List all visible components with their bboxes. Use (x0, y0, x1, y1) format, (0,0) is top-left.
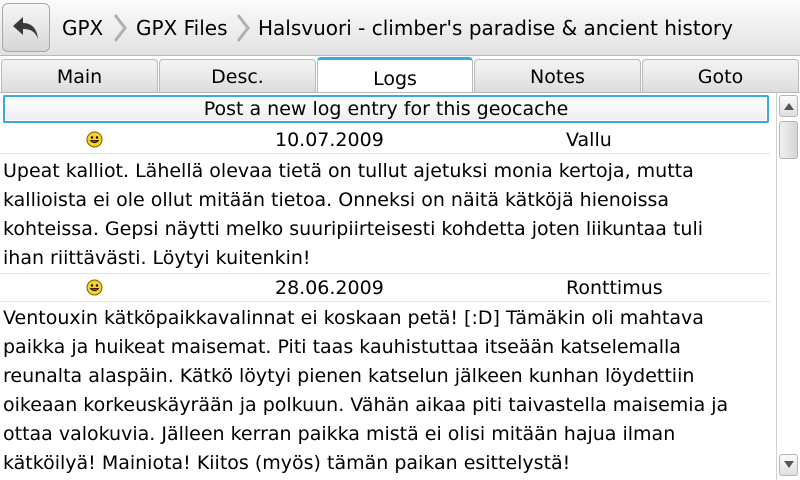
log-text: Ventouxin kätköpaikkavalinnat ei koskaan… (3, 304, 763, 478)
chevron-right-icon (113, 14, 127, 42)
title-bar: GPX GPX Files Halsvuori - climber's para… (0, 0, 800, 56)
tab-bar: Main Desc. Logs Notes Goto (0, 57, 800, 93)
log-text-line: ottaa valokuvia. Jälleen kerran paikka m… (3, 423, 676, 445)
log-text: Upeat kalliot. Lähellä olevaa tietä on t… (3, 157, 763, 273)
tab-desc[interactable]: Desc. (159, 59, 316, 93)
chevron-right-icon (236, 14, 250, 42)
log-text-line: kohteissa. Gepsi näytti melko suuripiirt… (3, 218, 704, 240)
logs-panel: Post a new log entry for this geocache 1… (0, 93, 776, 480)
tab-logs[interactable]: Logs (317, 57, 473, 93)
tab-goto[interactable]: Goto (642, 59, 799, 93)
log-header: 28.06.2009 Ronttimus (0, 275, 770, 302)
log-author: Ronttimus (566, 277, 663, 299)
log-text-line: kallioista ei ole ollut mitään tietoa. O… (3, 189, 670, 211)
breadcrumb-gpx[interactable]: GPX (62, 0, 103, 56)
log-text-line: oikeaan korkeuskäyrään ja polkuun. Vähän… (3, 394, 729, 416)
smiley-icon (86, 131, 103, 148)
breadcrumb-gpx-files[interactable]: GPX Files (136, 0, 228, 56)
tab-notes[interactable]: Notes (474, 59, 641, 93)
tab-main[interactable]: Main (1, 59, 158, 93)
arrow-up-icon (784, 103, 794, 110)
arrow-down-icon (784, 461, 794, 468)
scroll-up-button[interactable] (779, 95, 798, 117)
log-header: 10.07.2009 Vallu (0, 127, 770, 154)
scroll-down-button[interactable] (779, 454, 798, 476)
log-text-line: reunalta alaspäin. Kätkö löytyi pienen k… (3, 365, 695, 387)
back-button[interactable] (2, 3, 50, 52)
smiley-icon (86, 279, 103, 296)
log-author: Vallu (566, 129, 612, 151)
back-arrow-icon (13, 17, 38, 39)
log-text-line: ihan riittävästi. Löytyi kuitenkin! (3, 247, 311, 269)
log-text-line: Ventouxin kätköpaikkavalinnat ei koskaan… (3, 307, 704, 329)
log-text-line: kätköilyä! Mainiota! Kiitos (myös) tämän… (3, 452, 571, 474)
log-divider (0, 273, 770, 274)
post-log-button[interactable]: Post a new log entry for this geocache (3, 95, 769, 123)
breadcrumb-cache-title: Halsvuori - climber's paradise & ancient… (258, 16, 733, 40)
log-date: 10.07.2009 (275, 129, 384, 151)
log-text-line: paikka ja huikeat maisemat. Piti taas ka… (3, 336, 681, 358)
scrollbar-thumb[interactable] (779, 121, 798, 159)
vertical-scrollbar[interactable] (776, 93, 800, 480)
log-date: 28.06.2009 (275, 277, 384, 299)
log-text-line: Upeat kalliot. Lähellä olevaa tietä on t… (3, 160, 694, 182)
